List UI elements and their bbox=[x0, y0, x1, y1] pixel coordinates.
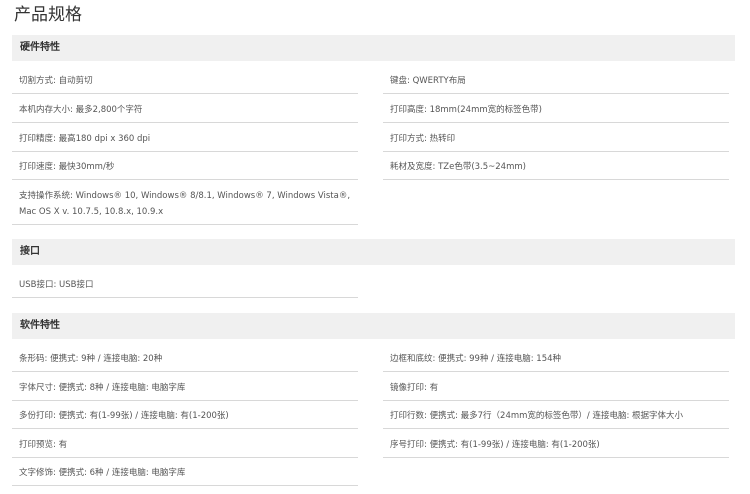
spec-label: 切割方式: bbox=[19, 76, 56, 86]
section-header-software: 软件特性 bbox=[12, 313, 735, 339]
spec-item-frames: 边框和底纹: 便携式: 99种 / 连接电脑: 154种 bbox=[383, 351, 729, 372]
spec-item-text-style: 文字修饰: 便携式: 6种 / 连接电脑: 电脑字库 bbox=[12, 465, 358, 486]
spec-item-preview: 打印预览: 有 bbox=[12, 437, 358, 458]
spec-label: 打印行数: bbox=[390, 411, 427, 421]
spec-item-tape: 耗材及宽度: TZe色带(3.5~24mm) bbox=[383, 159, 729, 180]
spec-label: 打印方式: bbox=[390, 134, 427, 144]
section-header-hardware: 硬件特性 bbox=[12, 35, 735, 61]
spec-item-speed: 打印速度: 最快30mm/秒 bbox=[12, 159, 358, 180]
spec-item-memory: 本机内存大小: 最多2,800个字符 bbox=[12, 102, 358, 123]
spec-value: USB接口 bbox=[59, 280, 94, 290]
spec-value: 便携式: 有(1-99张) / 连接电脑: 有(1-200张) bbox=[58, 411, 229, 421]
spec-item-resolution: 打印精度: 最高180 dpi x 360 dpi bbox=[12, 131, 358, 152]
spec-value: 有 bbox=[58, 440, 68, 450]
spec-label: 文字修饰: bbox=[19, 468, 56, 478]
spec-item-mirror: 镜像打印: 有 bbox=[383, 380, 729, 401]
spec-value: 便携式: 99种 / 连接电脑: 154种 bbox=[438, 354, 562, 364]
spec-label: 本机内存大小: bbox=[19, 105, 73, 115]
spec-label: 键盘: bbox=[390, 76, 410, 86]
spec-label: 镜像打印: bbox=[390, 383, 427, 393]
page-title: 产品规格 bbox=[14, 5, 82, 25]
spec-label: 条形码: bbox=[19, 354, 48, 364]
spec-label: 耗材及宽度: bbox=[390, 162, 436, 172]
spec-item-print-height: 打印高度: 18mm(24mm宽的标签色带) bbox=[383, 102, 729, 123]
spec-value: 热转印 bbox=[429, 134, 456, 144]
spec-item-lines: 打印行数: 便携式: 最多7行（24mm宽的标签色带）/ 连接电脑: 根据字体大… bbox=[383, 408, 729, 429]
spec-item-cutting: 切割方式: 自动剪切 bbox=[12, 73, 358, 94]
spec-value: 便携式: 8种 / 连接电脑: 电脑字库 bbox=[58, 383, 186, 393]
spec-value: TZe色带(3.5~24mm) bbox=[438, 162, 526, 172]
spec-value: 便携式: 9种 / 连接电脑: 20种 bbox=[50, 354, 163, 364]
spec-label: USB接口: bbox=[19, 280, 57, 290]
spec-value: 便携式: 6种 / 连接电脑: 电脑字库 bbox=[58, 468, 186, 478]
spec-label: 边框和底纹: bbox=[390, 354, 436, 364]
spec-label: 打印预览: bbox=[19, 440, 56, 450]
spec-item-usb: USB接口: USB接口 bbox=[12, 277, 358, 298]
spec-value: 最高180 dpi x 360 dpi bbox=[58, 134, 151, 144]
spec-value: QWERTY布局 bbox=[412, 76, 466, 86]
spec-value: 便携式: 最多7行（24mm宽的标签色带）/ 连接电脑: 根据字体大小 bbox=[429, 411, 684, 421]
spec-item-font-size: 字体尺寸: 便携式: 8种 / 连接电脑: 电脑字库 bbox=[12, 380, 358, 401]
spec-item-barcode: 条形码: 便携式: 9种 / 连接电脑: 20种 bbox=[12, 351, 358, 372]
spec-label: 多份打印: bbox=[19, 411, 56, 421]
spec-label: 打印精度: bbox=[19, 134, 56, 144]
spec-item-keyboard: 键盘: QWERTY布局 bbox=[383, 73, 729, 94]
spec-value: 便携式: 有(1-99张) / 连接电脑: 有(1-200张) bbox=[429, 440, 600, 450]
spec-item-os: 支持操作系统: Windows® 10, Windows® 8/8.1, Win… bbox=[12, 188, 358, 225]
spec-value: 有 bbox=[429, 383, 439, 393]
spec-label: 打印速度: bbox=[19, 162, 56, 172]
spec-value: 最多2,800个字符 bbox=[75, 105, 143, 115]
spec-label: 支持操作系统: bbox=[19, 191, 73, 201]
spec-item-multi-copy: 多份打印: 便携式: 有(1-99张) / 连接电脑: 有(1-200张) bbox=[12, 408, 358, 429]
spec-label: 打印高度: bbox=[390, 105, 427, 115]
spec-value: 最快30mm/秒 bbox=[58, 162, 115, 172]
spec-item-print-method: 打印方式: 热转印 bbox=[383, 131, 729, 152]
spec-label: 字体尺寸: bbox=[19, 383, 56, 393]
spec-item-serial: 序号打印: 便携式: 有(1-99张) / 连接电脑: 有(1-200张) bbox=[383, 437, 729, 458]
section-header-interface: 接口 bbox=[12, 239, 735, 265]
spec-value: 18mm(24mm宽的标签色带) bbox=[429, 105, 542, 115]
spec-label: 序号打印: bbox=[390, 440, 427, 450]
spec-value: 自动剪切 bbox=[58, 76, 93, 86]
